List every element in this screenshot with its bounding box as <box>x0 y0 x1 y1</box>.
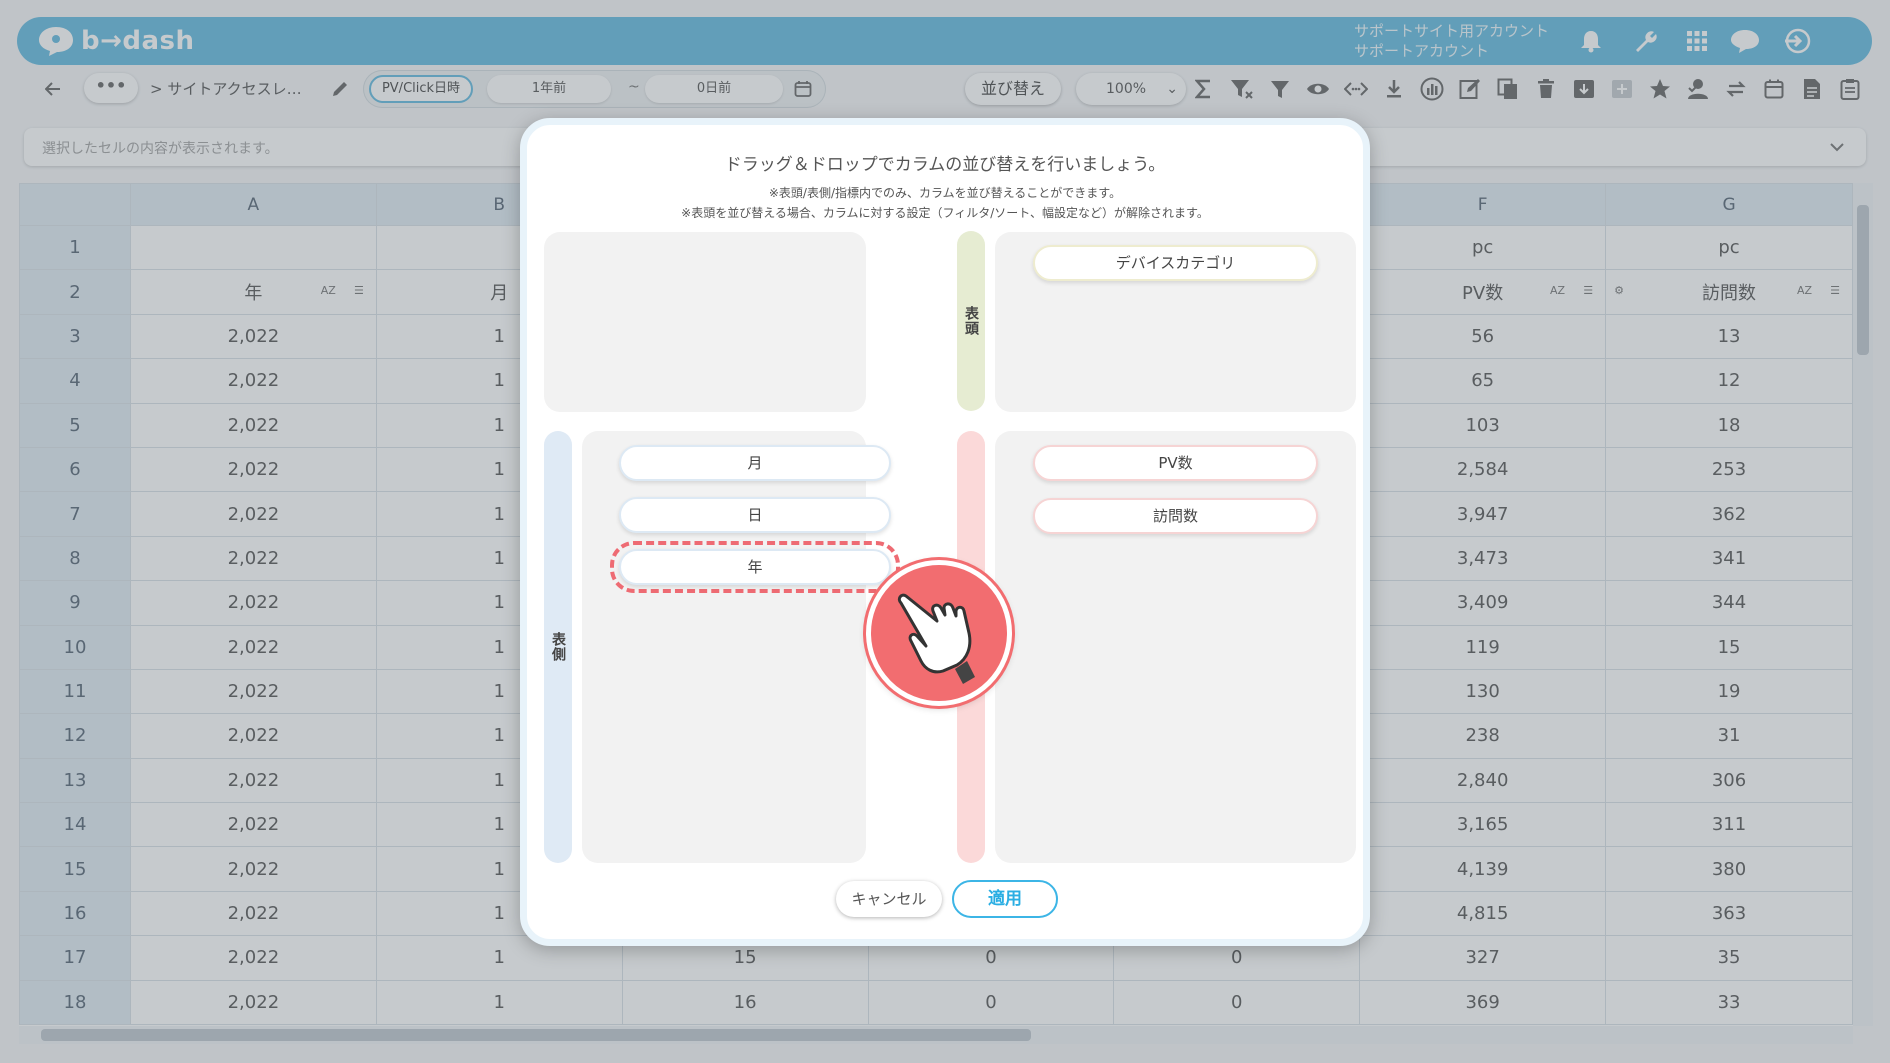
side-item-day[interactable]: 日 <box>619 497 891 533</box>
value-panel[interactable]: PV数 訪問数 <box>995 431 1356 863</box>
header-item-device-category[interactable]: デバイスカテゴリ <box>1033 245 1318 281</box>
value-item-pv[interactable]: PV数 <box>1033 445 1318 481</box>
corner-panel <box>544 232 866 412</box>
side-item-year[interactable]: 年 <box>619 549 891 585</box>
side-panel[interactable]: 月 日 年 <box>582 431 900 863</box>
column-sort-dialog: ドラッグ＆ドロップでカラムの並び替えを行いましょう。 ※表頭/表側/指標内でのみ… <box>520 118 1370 946</box>
dialog-note-1: ※表頭/表側/指標内でのみ、カラムを並び替えることができます。 <box>768 186 1122 200</box>
dialog-title: ドラッグ＆ドロップでカラムの並び替えを行いましょう。 <box>724 155 1166 175</box>
side-item-month[interactable]: 月 <box>619 445 891 481</box>
cancel-button[interactable]: キャンセル <box>836 881 942 917</box>
header-area-label: 表頭 <box>957 231 985 411</box>
side-area-text: 表側 <box>550 632 566 662</box>
apply-button[interactable]: 適用 <box>952 880 1058 918</box>
hand-pointer-icon <box>866 560 1012 706</box>
side-area-label: 表側 <box>544 431 572 863</box>
header-panel[interactable]: デバイスカテゴリ <box>995 232 1356 412</box>
value-item-visits[interactable]: 訪問数 <box>1033 498 1318 534</box>
dialog-note-2: ※表頭を並び替える場合、カラムに対する設定（フィルタ/ソート、幅設定など）が解除… <box>681 206 1209 220</box>
header-area-text: 表頭 <box>963 306 979 336</box>
